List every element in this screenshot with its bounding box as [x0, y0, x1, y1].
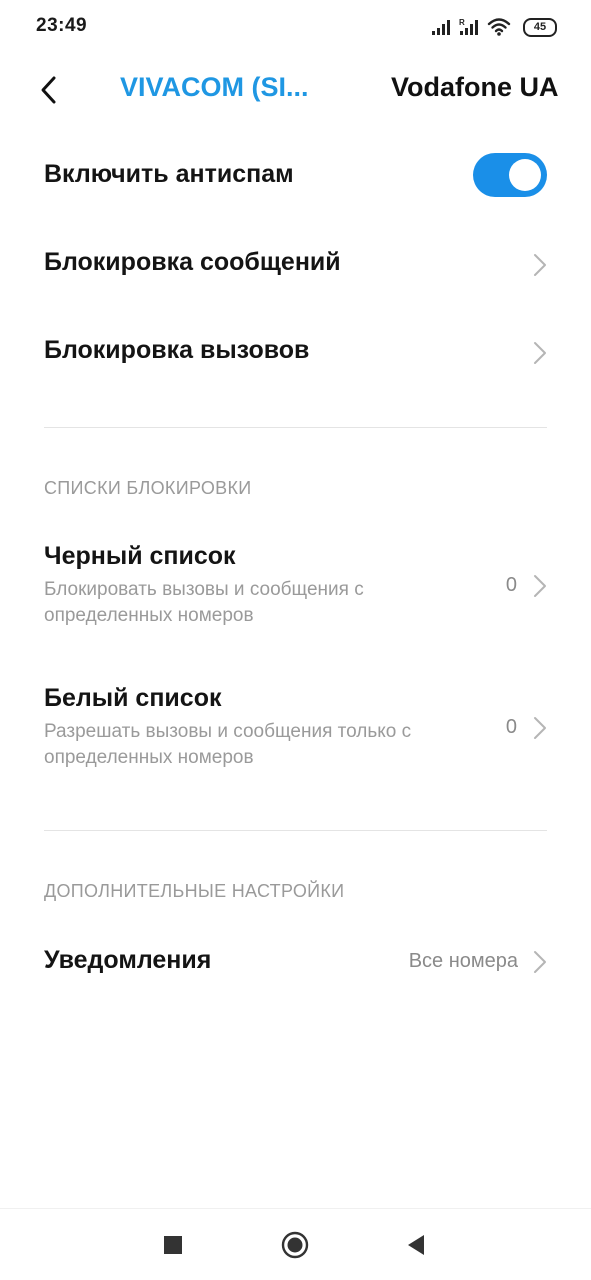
home-circle-icon — [281, 1231, 309, 1259]
message-block-label: Блокировка сообщений — [44, 248, 341, 276]
back-triangle-icon — [408, 1235, 424, 1255]
blacklist-row[interactable]: Черный список Блокировать вызовы и сообщ… — [44, 542, 547, 634]
chevron-right-icon — [534, 717, 546, 739]
chevron-right-icon — [534, 951, 546, 973]
svg-text:R: R — [459, 18, 465, 27]
call-block-label: Блокировка вызовов — [44, 336, 310, 364]
call-block-row[interactable]: Блокировка вызовов — [44, 336, 547, 376]
blacklist-title: Черный список — [44, 542, 236, 570]
notifications-row[interactable]: Уведомления Все номера — [44, 946, 547, 986]
system-nav-bar — [0, 1208, 591, 1280]
additional-section-title: ДОПОЛНИТЕЛЬНЫЕ НАСТРОЙКИ — [44, 881, 345, 901]
nav-back-button[interactable] — [398, 1227, 434, 1263]
whitelist-count: 0 — [505, 716, 517, 738]
cellular-signal-icon — [432, 20, 450, 35]
chevron-right-icon — [534, 254, 546, 276]
status-bar: 23:49 R 45 — [0, 0, 591, 56]
status-icons: R 45 — [431, 14, 557, 40]
chevron-right-icon — [534, 342, 546, 364]
notifications-value: Все номера — [408, 950, 518, 972]
antispam-row[interactable]: Включить антиспам — [44, 160, 547, 200]
wifi-icon — [487, 18, 511, 36]
whitelist-row[interactable]: Белый список Разрешать вызовы и сообщени… — [44, 684, 547, 776]
toggle-knob — [509, 159, 541, 191]
divider — [44, 427, 547, 428]
tab-vodafone[interactable]: Vodafone UA — [391, 72, 559, 103]
battery-icon: 45 — [523, 17, 557, 37]
header: VIVACOM (SI... Vodafone UA — [0, 56, 591, 126]
antispam-settings-screen: 23:49 R 45 VIVACOM (SI... Vodafone UA Вк… — [0, 0, 591, 1280]
whitelist-subtitle: Разрешать вызовы и сообщения только с оп… — [44, 721, 412, 768]
recents-button[interactable] — [155, 1227, 191, 1263]
antispam-label: Включить антиспам — [44, 160, 294, 188]
blacklist-subtitle: Блокировать вызовы и сообщения с определ… — [44, 579, 364, 626]
back-button[interactable] — [26, 68, 70, 112]
tab-vivacom[interactable]: VIVACOM (SI... — [120, 72, 309, 103]
recents-square-icon — [164, 1236, 182, 1254]
blacklist-count: 0 — [505, 574, 517, 596]
antispam-toggle[interactable] — [473, 153, 547, 197]
status-time: 23:49 — [36, 15, 88, 36]
message-block-row[interactable]: Блокировка сообщений — [44, 248, 547, 288]
chevron-right-icon — [534, 575, 546, 597]
home-button[interactable] — [277, 1227, 313, 1263]
divider — [44, 830, 547, 831]
cellular-signal-roaming-icon: R — [459, 18, 478, 35]
notifications-label: Уведомления — [44, 946, 212, 974]
whitelist-title: Белый список — [44, 684, 222, 712]
block-lists-section-title: СПИСКИ БЛОКИРОВКИ — [44, 478, 252, 498]
back-arrow-icon — [41, 76, 56, 104]
